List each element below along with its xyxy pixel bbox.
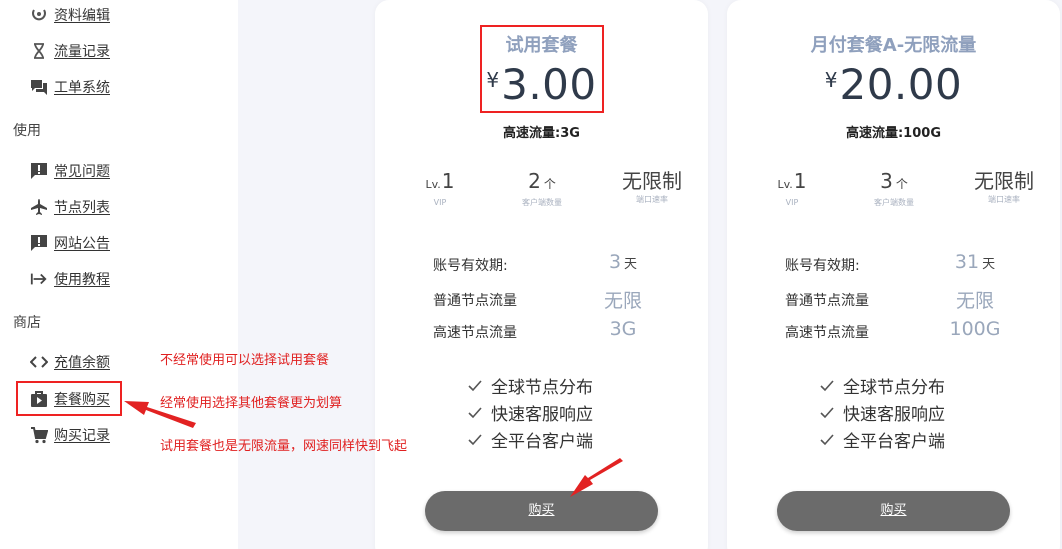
annotation-arrows (124, 401, 623, 497)
arrow-to-buy-plan (124, 401, 196, 428)
arrow-to-buy-button (570, 458, 623, 497)
